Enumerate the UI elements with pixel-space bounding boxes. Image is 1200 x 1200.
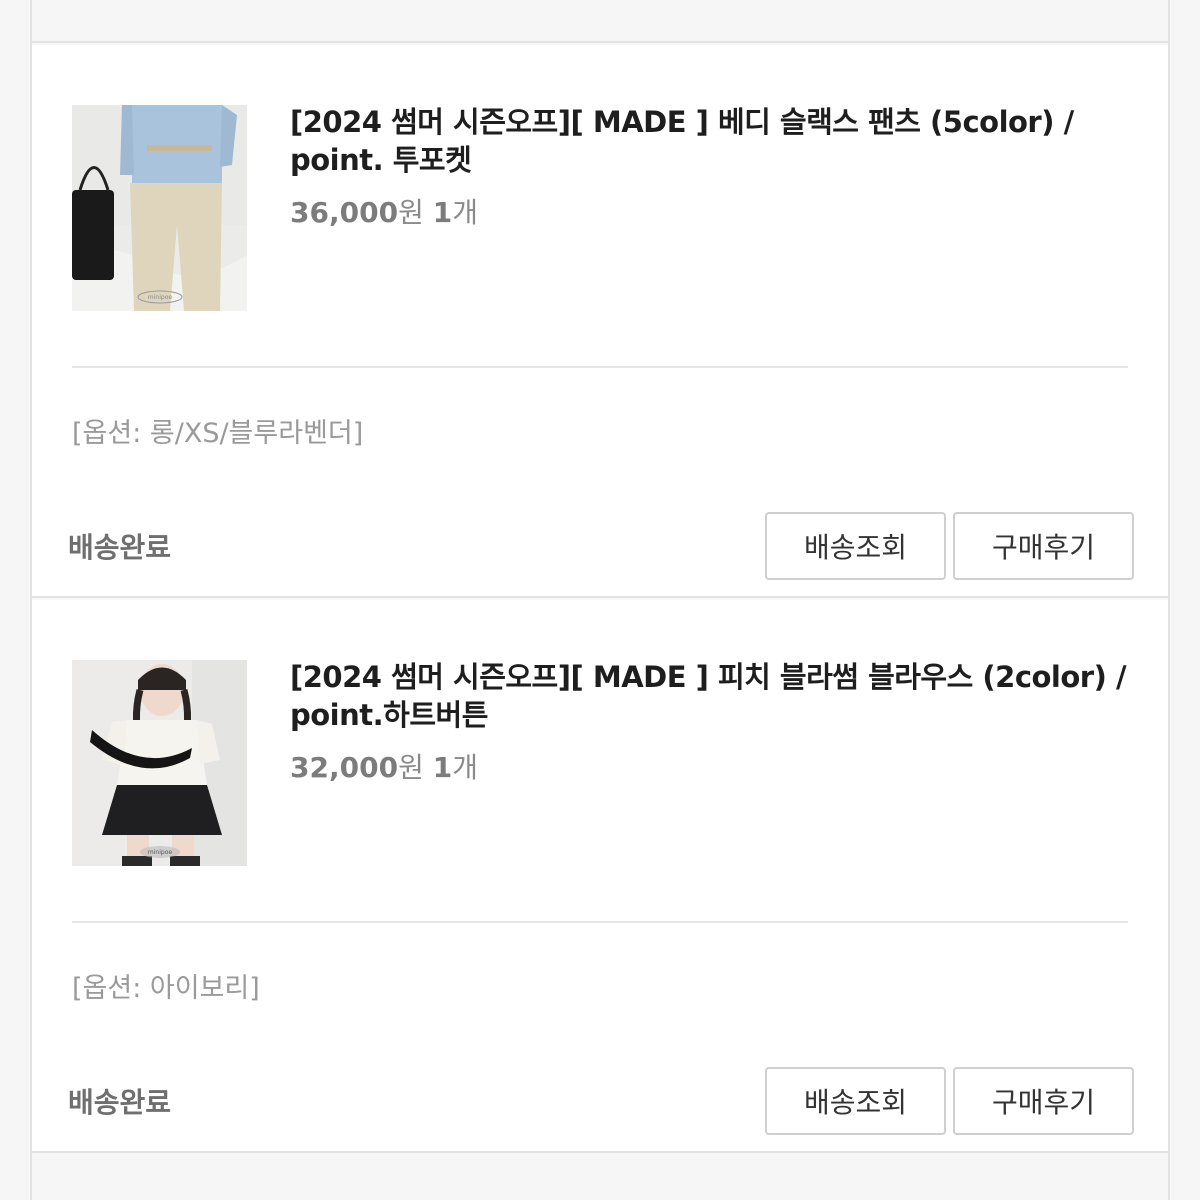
order-item: minipoe [2024 썸머 시즌오프][ MADE ] 피치 블라썸 블라…	[32, 600, 1168, 1153]
order-item: minipoe [2024 썸머 시즌오프][ MADE ] 베디 슬랙스 팬츠…	[32, 45, 1168, 598]
price-row: 32,000원 1개	[290, 746, 1130, 786]
product-quantity: 1	[432, 751, 453, 784]
top-spacer	[32, 0, 1168, 43]
track-delivery-button[interactable]: 배송조회	[765, 1067, 946, 1135]
product-info: [2024 썸머 시즌오프][ MADE ] 베디 슬랙스 팬츠 (5color…	[290, 103, 1130, 231]
currency-unit: 원	[398, 196, 424, 229]
price-row: 36,000원 1개	[290, 191, 1130, 231]
product-thumbnail[interactable]: minipoe	[72, 660, 247, 866]
write-review-button[interactable]: 구매후기	[953, 512, 1134, 580]
order-list-page: minipoe [2024 썸머 시즌오프][ MADE ] 베디 슬랙스 팬츠…	[30, 0, 1170, 1200]
product-title[interactable]: [2024 썸머 시즌오프][ MADE ] 베디 슬랙스 팬츠 (5color…	[290, 103, 1130, 179]
product-quantity: 1	[432, 196, 453, 229]
delivery-status: 배송완료	[68, 531, 172, 564]
currency-unit: 원	[398, 751, 424, 784]
delivery-status: 배송완료	[68, 1086, 172, 1119]
product-price: 32,000	[290, 751, 399, 784]
product-price: 36,000	[290, 196, 399, 229]
product-title[interactable]: [2024 썸머 시즌오프][ MADE ] 피치 블라썸 블라우스 (2col…	[290, 658, 1130, 734]
track-delivery-button[interactable]: 배송조회	[765, 512, 946, 580]
write-review-button[interactable]: 구매후기	[953, 1067, 1134, 1135]
watermark-label: minipoe	[148, 294, 172, 301]
divider	[72, 366, 1128, 368]
quantity-unit: 개	[452, 196, 478, 229]
divider	[72, 921, 1128, 923]
watermark-label: minipoe	[148, 849, 172, 856]
product-info: [2024 썸머 시즌오프][ MADE ] 피치 블라썸 블라우스 (2col…	[290, 658, 1130, 786]
bottom-spacer	[32, 1155, 1168, 1200]
product-thumbnail[interactable]: minipoe	[72, 105, 247, 311]
product-option: [옵션: 아이보리]	[72, 973, 260, 1004]
product-option: [옵션: 롱/XS/블루라벤더]	[72, 418, 364, 449]
quantity-unit: 개	[452, 751, 478, 784]
